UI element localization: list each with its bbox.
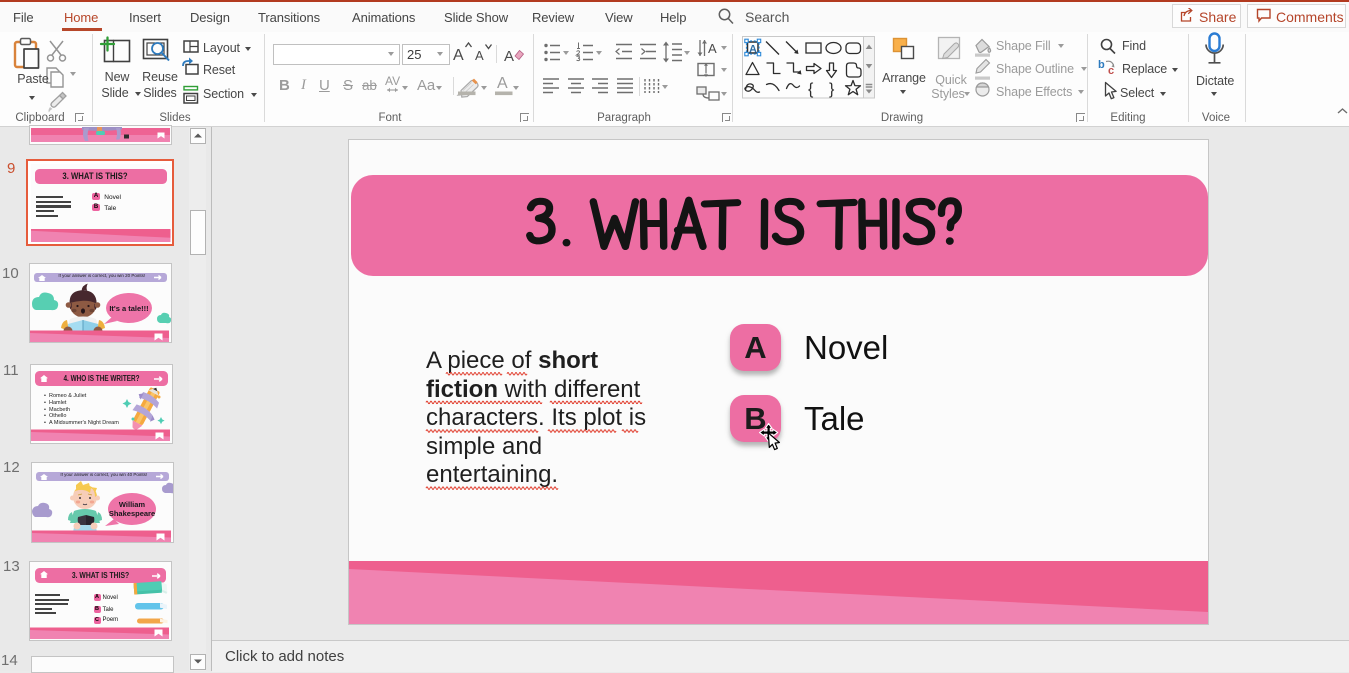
svg-text:A: A <box>475 48 484 63</box>
svg-text:b: b <box>1098 59 1105 71</box>
svg-text:A: A <box>453 47 464 64</box>
svg-text:Shakespeare: Shakespeare <box>108 509 154 518</box>
svg-text:It's a tale!!!: It's a tale!!! <box>109 304 148 313</box>
svg-text:{: { <box>808 81 814 98</box>
svg-text:William: William <box>118 500 145 509</box>
svg-text:A: A <box>708 41 717 56</box>
svg-text:A: A <box>749 44 757 56</box>
svg-text:A: A <box>504 48 514 65</box>
svg-text:}: } <box>829 81 835 98</box>
